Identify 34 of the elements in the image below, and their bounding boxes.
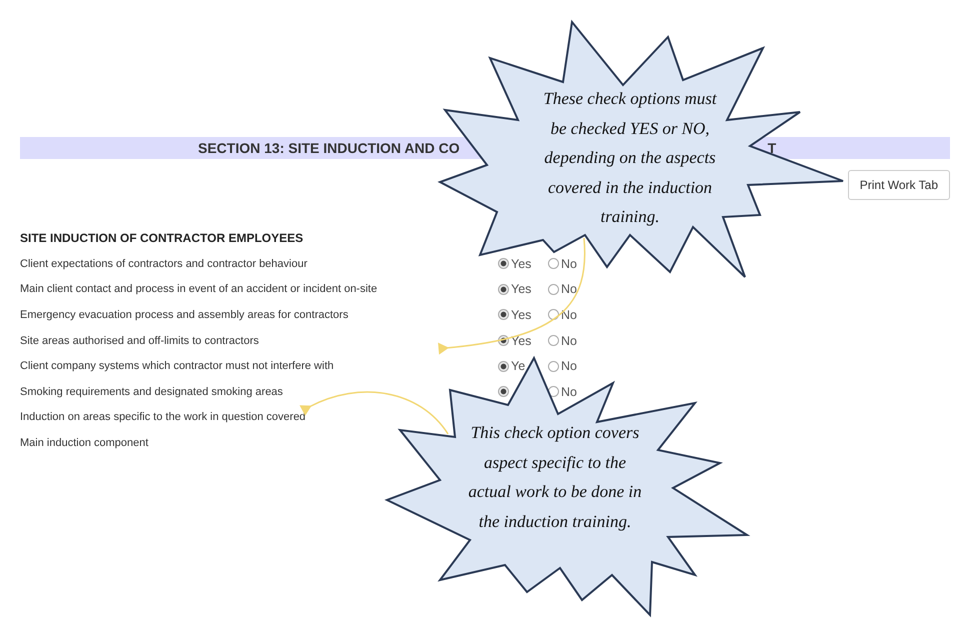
section-heading-fragment: T <box>768 140 776 156</box>
question-label: Main client contact and process in event of an accident or incident on-site <box>20 283 378 296</box>
option-label[interactable]: Ye <box>511 359 526 374</box>
section-heading: SECTION 13: SITE INDUCTION AND CO <box>198 140 460 156</box>
radio-button[interactable] <box>548 258 559 270</box>
question-label: Client expectations of contractors and contractor behaviour <box>20 258 308 270</box>
question-label: Smoking requirements and designated smoking areas <box>20 386 284 398</box>
radio-button[interactable] <box>498 360 509 372</box>
option-label[interactable]: Yes <box>511 334 532 348</box>
print-button[interactable]: Print Work Tab <box>848 170 950 200</box>
question-label: Emergency evacuation process and assembly areas for contractors <box>20 308 350 321</box>
radio-button[interactable] <box>498 386 509 398</box>
radio-button[interactable] <box>548 360 559 372</box>
radio-button[interactable] <box>498 284 509 295</box>
question-label: Client company systems which contractor must not interfere with <box>20 360 335 372</box>
option-label[interactable]: No <box>561 384 577 399</box>
subsection-title: SITE INDUCTION OF CONTRACTOR EMPLOYEES <box>20 231 304 245</box>
option-label[interactable]: No <box>561 282 577 296</box>
option-label[interactable]: No <box>561 334 577 348</box>
callout-text: These check options must be checked YES or NO, depending on the aspects covered in the induction training. <box>542 88 718 228</box>
option-label[interactable]: Yes <box>511 282 532 296</box>
radio-button[interactable] <box>498 258 509 270</box>
question-label: Main induction component <box>20 436 150 449</box>
radio-button[interactable] <box>548 335 559 346</box>
option-label[interactable]: No <box>561 256 577 271</box>
radio-button[interactable] <box>548 309 559 320</box>
radio-button[interactable] <box>548 284 559 295</box>
option-label[interactable]: No <box>561 359 577 374</box>
option-label[interactable]: Yes <box>511 308 532 322</box>
radio-button[interactable] <box>498 309 509 320</box>
question-label: Site areas authorised and off-limits to contractors <box>20 334 260 347</box>
callout-text: This check option covers aspect specific to the actual work to be done in the induction training. <box>467 422 643 533</box>
question-label: Induction on areas specific to the work in question covered <box>20 411 307 424</box>
option-label[interactable]: Yes <box>511 256 532 271</box>
